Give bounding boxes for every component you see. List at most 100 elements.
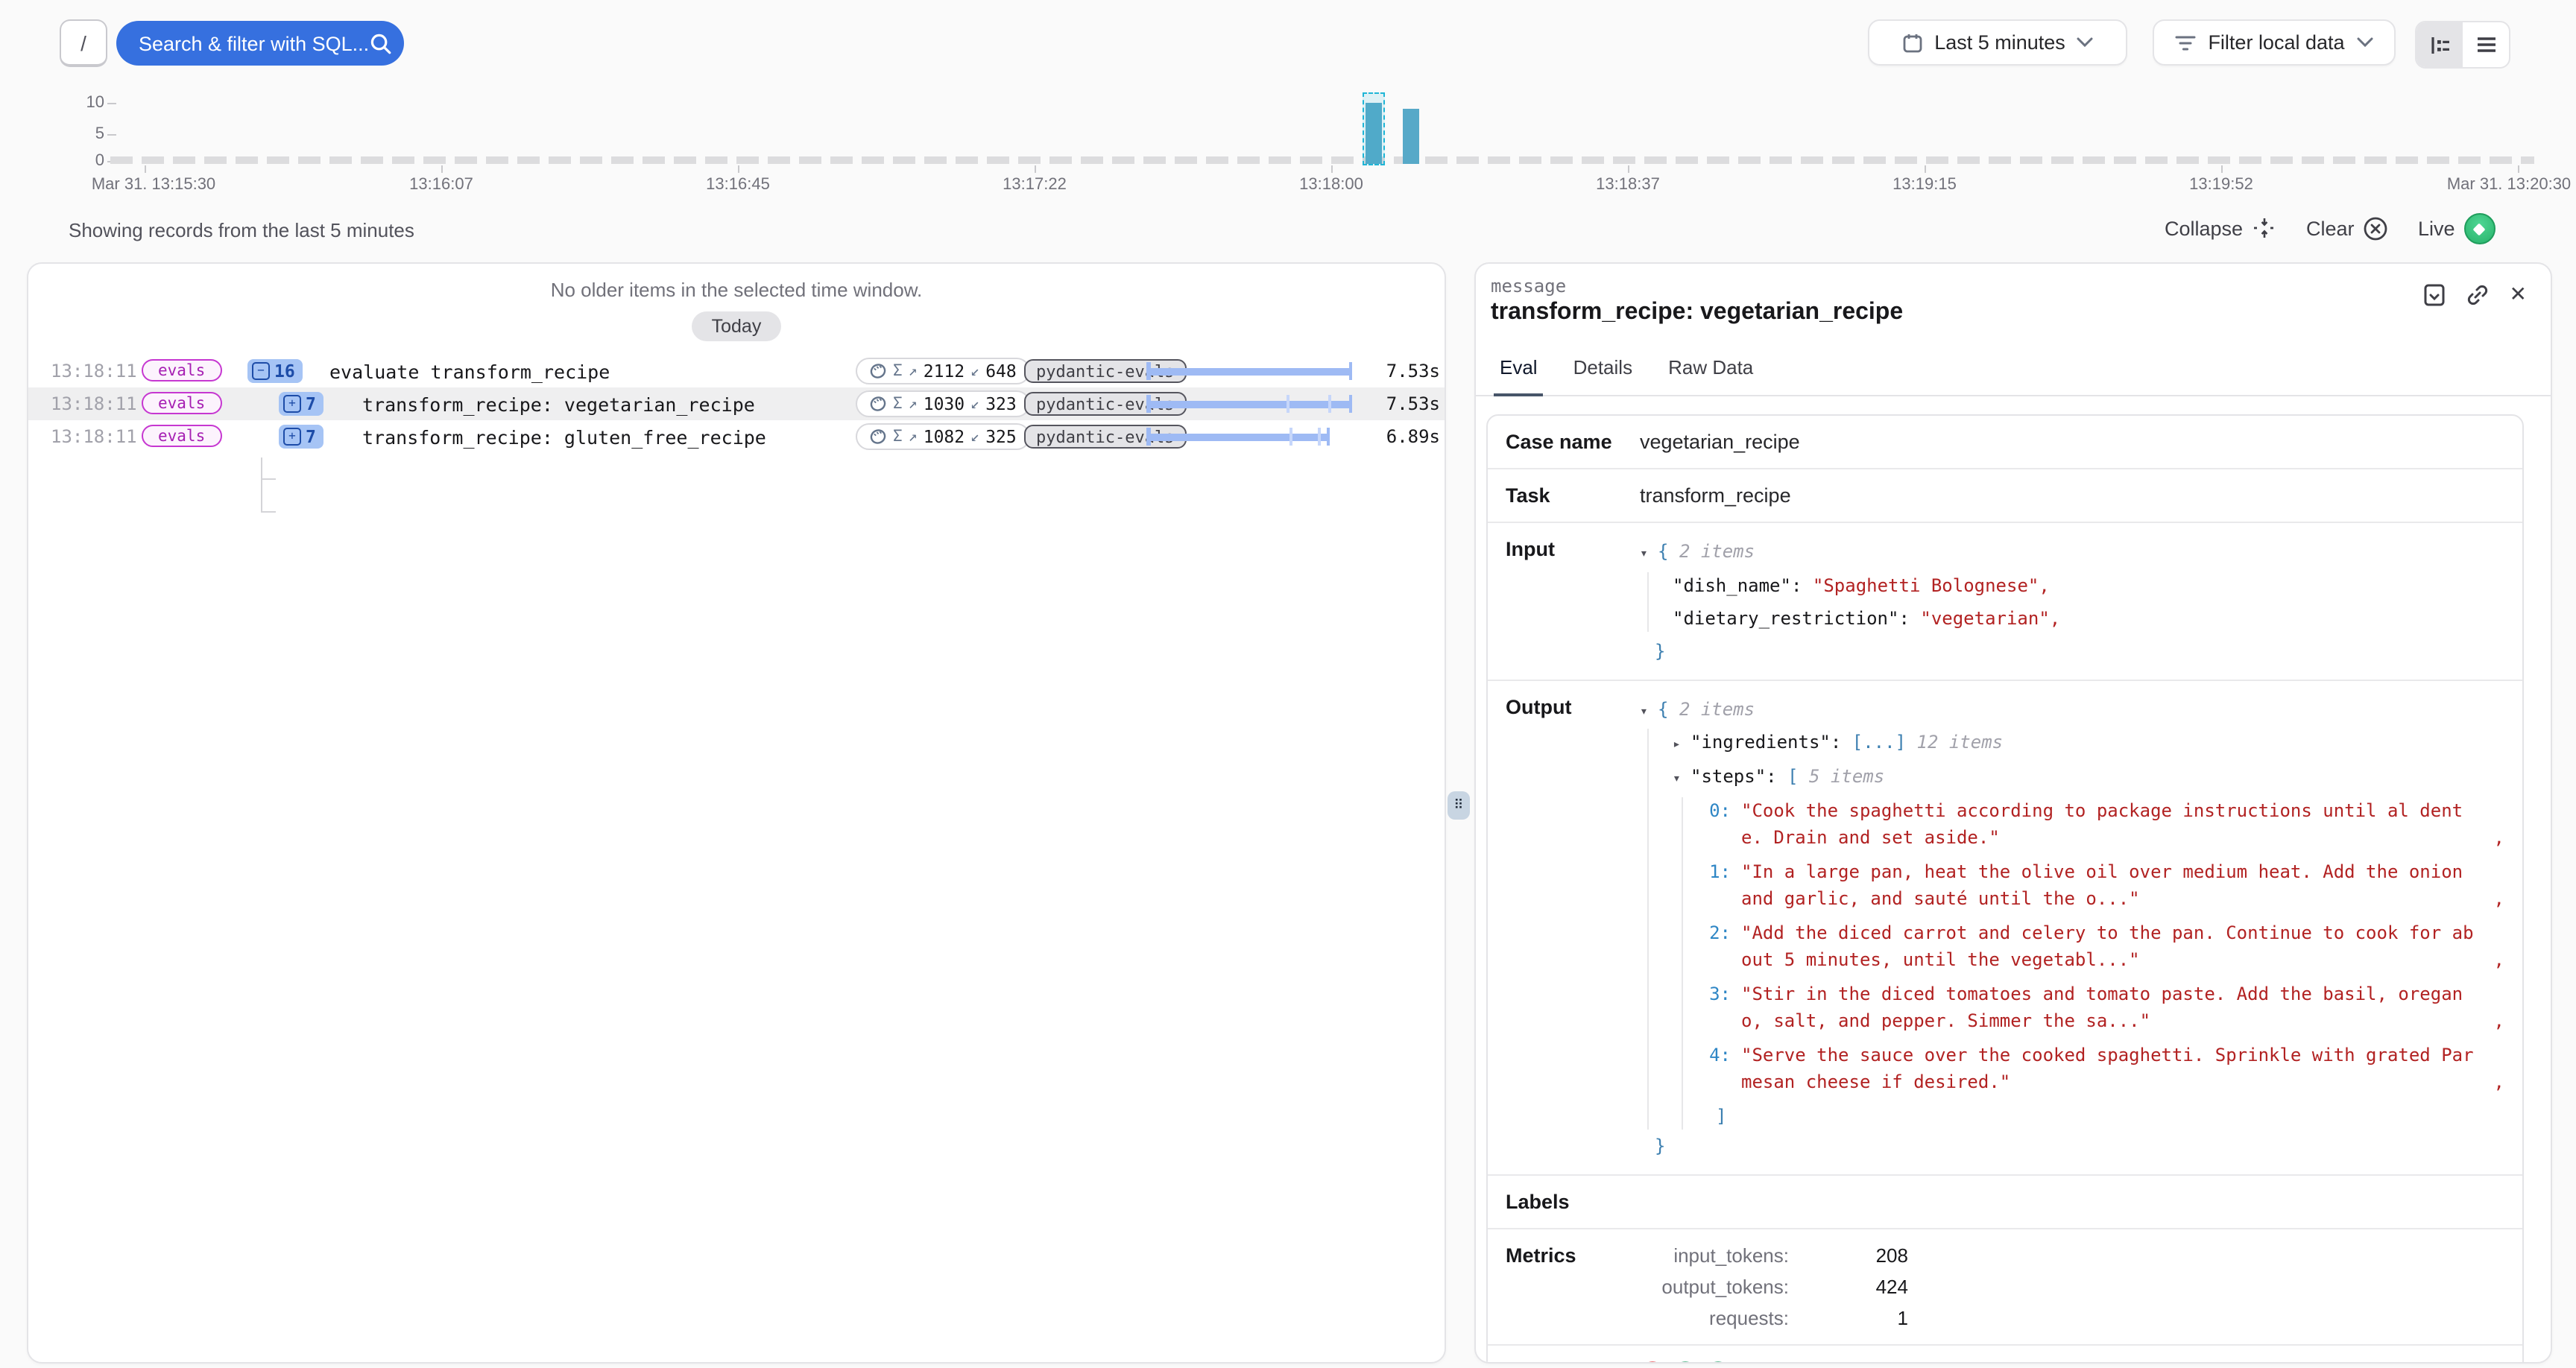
chevron-down-icon[interactable]: ▾ xyxy=(1673,770,1690,790)
table-row-selected[interactable]: 13:18:11 evals + 7 transform_recipe: veg… xyxy=(28,387,1445,420)
output-tokens-icon: ↙ xyxy=(970,428,979,445)
chevron-down-icon[interactable]: ▾ xyxy=(1640,703,1658,723)
tab-eval[interactable]: Eval xyxy=(1500,356,1538,395)
filter-local-data-dropdown[interactable]: Filter local data xyxy=(2153,19,2396,66)
children-count-badge[interactable]: − 16 xyxy=(247,359,303,383)
app-window: / Search & filter with SQL... Last 5 min… xyxy=(0,0,2576,1368)
clear-button[interactable]: Clear xyxy=(2306,216,2389,241)
token-usage-badge: Σ ↗ 1082 ↙ 325 xyxy=(856,423,1030,450)
grip-dots-icon: ⠿ xyxy=(1453,798,1463,813)
collapse-node-icon[interactable]: − xyxy=(252,362,270,380)
filter-icon xyxy=(2175,34,2196,51)
search-placeholder: Search & filter with SQL... xyxy=(139,32,369,54)
live-toggle[interactable]: Live xyxy=(2418,213,2496,244)
day-separator[interactable]: Today xyxy=(692,311,781,341)
x-axis-label: 13:18:00 xyxy=(1299,176,1363,194)
span-name[interactable]: transform_recipe: gluten_free_recipe xyxy=(362,426,766,449)
collapse-button[interactable]: Collapse xyxy=(2165,216,2276,240)
filter-label: Filter local data xyxy=(2208,31,2344,54)
token-usage-badge: Σ ↗ 2112 ↙ 648 xyxy=(856,358,1030,384)
detail-tabs: Eval Details Raw Data xyxy=(1476,356,2551,396)
input-tokens-icon: ↗ xyxy=(909,396,918,412)
view-mode-toggle xyxy=(2415,21,2510,69)
x-axis-label: 13:19:52 xyxy=(2189,176,2253,194)
table-row[interactable]: 13:18:11 evals + 7 transform_recipe: glu… xyxy=(28,420,1445,453)
list-item: 0:"Cook the spaghetti according to packa… xyxy=(1701,797,2504,851)
assertion-pass-icon[interactable] xyxy=(1673,1361,1698,1362)
x-axis-label: 13:16:07 xyxy=(409,176,473,194)
duration-bar xyxy=(1146,395,1352,413)
time-range-dropdown[interactable]: Last 5 minutes xyxy=(1868,19,2127,66)
tree-view-button[interactable] xyxy=(2416,22,2463,67)
dock-panel-icon[interactable] xyxy=(2423,282,2447,306)
chevron-down-icon xyxy=(2357,37,2373,48)
duration-text: 7.53s xyxy=(1348,393,1440,414)
assertions-row: Assertions xyxy=(1488,1346,2522,1362)
x-axis-label: 13:18:37 xyxy=(1596,176,1660,194)
detail-title: transform_recipe: vegetarian_recipe xyxy=(1491,300,1903,326)
tree-view-icon xyxy=(2429,35,2450,54)
list-item: 1:"In a large pan, heat the olive oil ov… xyxy=(1701,858,2504,912)
sigma-icon: Σ xyxy=(893,395,903,413)
span-name[interactable]: transform_recipe: vegetarian_recipe xyxy=(362,393,755,416)
y-axis-tick: 10 xyxy=(15,94,104,112)
x-axis-label: Mar 31. 13:15:30 xyxy=(92,176,215,194)
sigma-icon: Σ xyxy=(893,362,903,380)
tree-connector xyxy=(261,457,262,513)
record-rows: 13:18:11 evals − 16 evaluate transform_r… xyxy=(28,355,1445,453)
records-timeline-chart[interactable]: 10 5 0 Mar 31. 13:15:30 13:16:07 13:16:4… xyxy=(0,75,2576,201)
chevron-down-icon[interactable]: ▾ xyxy=(1640,545,1658,566)
output-tokens-icon: ↙ xyxy=(970,396,979,412)
list-view-icon xyxy=(2475,36,2496,54)
output-json-viewer[interactable]: ▾{ 2 items ▸"ingredients": [...] 12 item… xyxy=(1640,695,2504,1159)
detail-scroll-area[interactable]: Case name vegetarian_recipe Task transfo… xyxy=(1476,396,2551,1362)
time-range-label: Last 5 minutes xyxy=(1934,31,2065,54)
chevron-down-icon xyxy=(2077,37,2094,48)
input-tokens-icon: ↗ xyxy=(909,428,918,445)
close-icon[interactable]: ✕ xyxy=(2510,282,2527,307)
live-label: Live xyxy=(2418,218,2455,240)
clear-label: Clear xyxy=(2306,218,2355,240)
duration-text: 6.89s xyxy=(1348,426,1440,447)
coin-icon xyxy=(869,362,887,380)
tag-badge[interactable]: evals xyxy=(142,359,221,381)
search-input[interactable]: Search & filter with SQL... xyxy=(116,21,404,66)
assertion-fail-icon[interactable] xyxy=(1640,1361,1665,1362)
copy-link-icon[interactable] xyxy=(2466,282,2490,306)
coin-icon xyxy=(869,395,887,413)
chevron-right-icon[interactable]: ▸ xyxy=(1673,736,1690,756)
span-detail-panel: message transform_recipe: vegetarian_rec… xyxy=(1474,262,2552,1364)
row-timestamp: 13:18:11 xyxy=(51,393,137,414)
input-row: Input ▾{ 2 items "dish_name": "Spaghetti… xyxy=(1488,523,2522,680)
tab-details[interactable]: Details xyxy=(1573,356,1633,395)
children-count-badge[interactable]: + 7 xyxy=(279,425,323,449)
x-axis-label: 13:16:45 xyxy=(706,176,770,194)
expand-node-icon[interactable]: + xyxy=(283,428,301,446)
timeline-bar[interactable] xyxy=(1403,109,1419,164)
list-view-button[interactable] xyxy=(2463,22,2509,67)
coin-icon xyxy=(869,428,887,446)
tag-badge[interactable]: evals xyxy=(142,425,221,447)
duration-text: 7.53s xyxy=(1348,361,1440,381)
list-item: 2:"Add the diced carrot and celery to th… xyxy=(1701,919,2504,973)
expand-node-icon[interactable]: + xyxy=(283,395,301,413)
span-name[interactable]: evaluate transform_recipe xyxy=(329,361,610,383)
panel-resize-handle[interactable]: ⠿ xyxy=(1448,791,1470,820)
metric-name: output_tokens: xyxy=(1640,1276,1789,1298)
case-name-row: Case name vegetarian_recipe xyxy=(1488,416,2522,469)
eval-card: Case name vegetarian_recipe Task transfo… xyxy=(1486,414,2524,1362)
collapse-label: Collapse xyxy=(2165,217,2243,239)
empty-window-notice: No older items in the selected time wind… xyxy=(28,279,1445,301)
live-indicator-icon xyxy=(2464,213,2496,244)
tag-badge[interactable]: evals xyxy=(142,392,221,414)
tab-raw-data[interactable]: Raw Data xyxy=(1668,356,1753,395)
labels-row: Labels xyxy=(1488,1176,2522,1229)
timeline-selection-brush[interactable] xyxy=(1363,92,1385,165)
duration-bar xyxy=(1146,428,1352,446)
table-row[interactable]: 13:18:11 evals − 16 evaluate transform_r… xyxy=(28,355,1445,387)
output-row: Output ▾{ 2 items ▸"ingredients": [...] … xyxy=(1488,680,2522,1176)
assertion-pass-icon[interactable] xyxy=(1705,1361,1731,1362)
input-json-viewer[interactable]: ▾{ 2 items "dish_name": "Spaghetti Bolog… xyxy=(1640,538,2504,664)
children-count-badge[interactable]: + 7 xyxy=(279,392,323,416)
metric-value: 1 xyxy=(1789,1307,1908,1329)
